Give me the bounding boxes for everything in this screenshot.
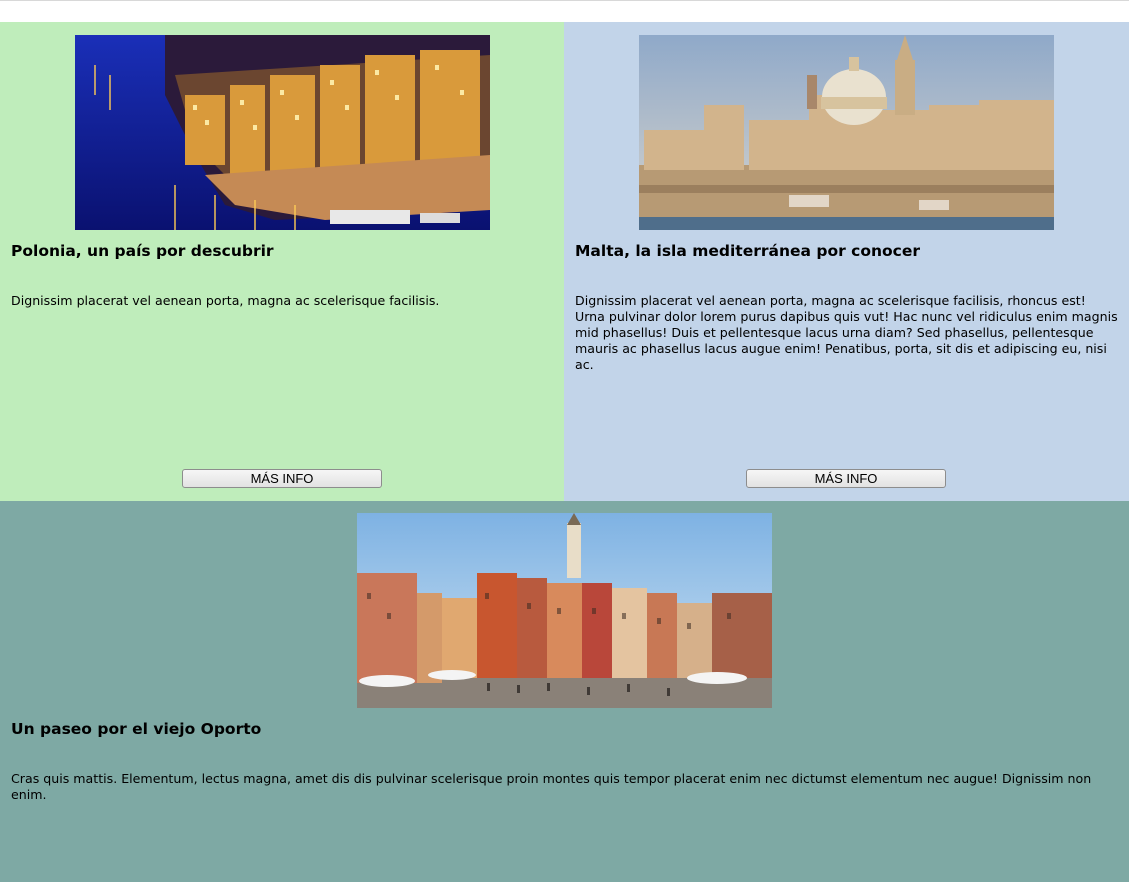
more-info-button[interactable]: MÁS INFO [746, 469, 946, 488]
card-oporto: Un paseo por el viejo Oporto Cras quis m… [0, 501, 1129, 882]
card-description: Dignissim placerat vel aenean porta, mag… [575, 293, 1118, 372]
warsaw-old-town-square-photo [357, 513, 772, 708]
card-title: Polonia, un país por descubrir [11, 242, 274, 260]
more-info-button[interactable]: MÁS INFO [182, 469, 382, 488]
porto-river-night-photo [74, 35, 490, 230]
card-title: Malta, la isla mediterránea por conocer [575, 242, 921, 260]
valletta-skyline-photo [639, 35, 1054, 230]
card-description: Cras quis mattis. Elementum, lectus magn… [11, 771, 1092, 802]
card-description: Dignissim placerat vel aenean porta, mag… [11, 293, 440, 308]
top-bar [0, 0, 1129, 22]
card-polonia: Polonia, un país por descubrir Dignissim… [0, 22, 564, 501]
card-title: Un paseo por el viejo Oporto [11, 720, 262, 738]
top-row: Polonia, un país por descubrir Dignissim… [0, 22, 1129, 501]
card-malta: Malta, la isla mediterránea por conocer … [564, 22, 1129, 501]
